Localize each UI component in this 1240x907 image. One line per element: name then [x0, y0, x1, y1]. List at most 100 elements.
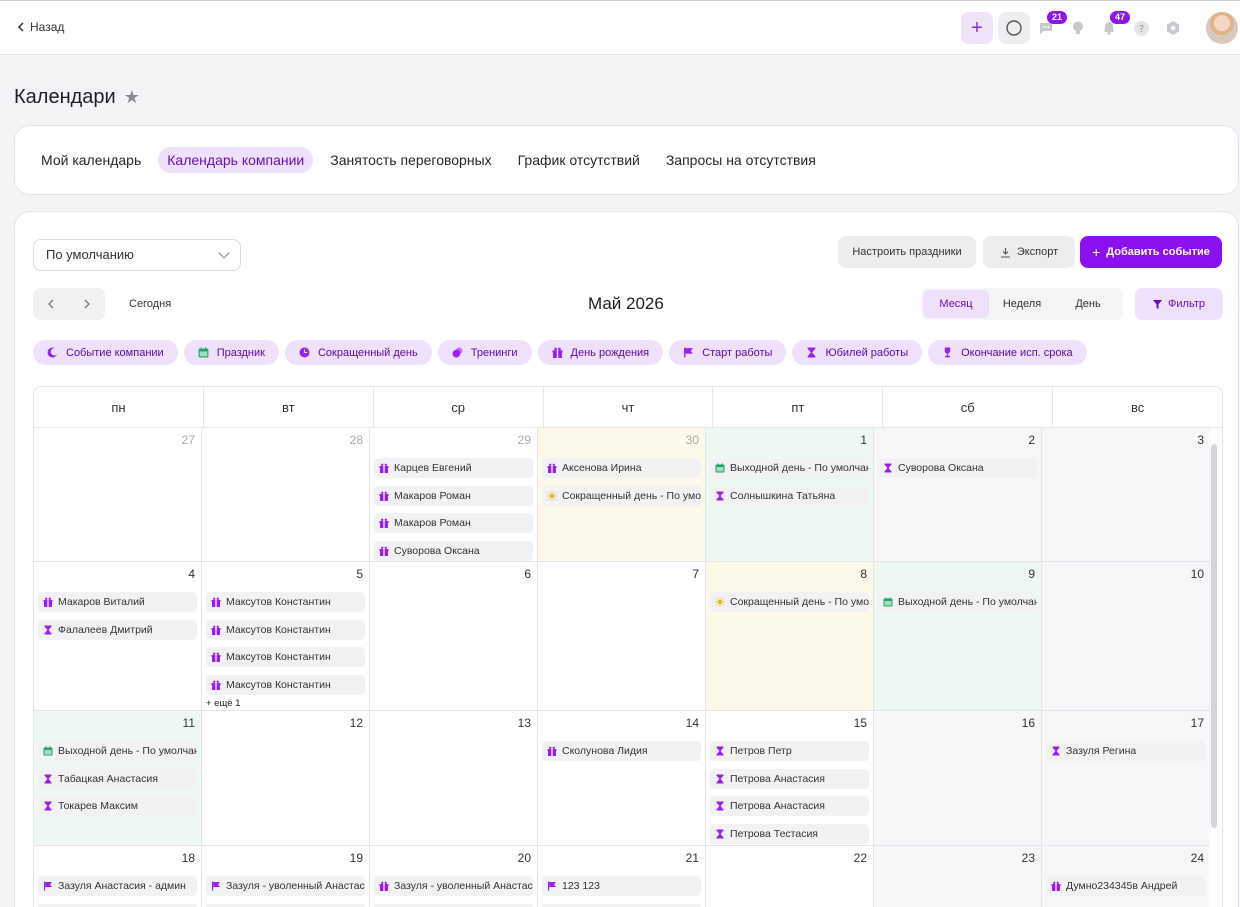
calendar-event[interactable]: Токарев Максим [38, 796, 197, 816]
day-cell[interactable]: 3 [1042, 428, 1210, 561]
day-cell[interactable]: 17 Зазуля Регина [1042, 711, 1210, 845]
create-button[interactable]: + [961, 12, 993, 44]
day-cell[interactable]: 11 Выходной день - По умолчанию Табацкая А… [34, 711, 202, 845]
day-cell[interactable]: 14 Сколунова Лидия [538, 711, 706, 845]
calendar-event[interactable]: Макаров Роман [374, 513, 533, 533]
view-option-0[interactable]: Месяц [923, 290, 989, 318]
tab-1[interactable]: Календарь компании [158, 147, 314, 173]
tab-3[interactable]: График отсутствий [509, 147, 649, 173]
day-cell[interactable]: 29 Карцев Евгений Макаров Роман Макаров Ром… [370, 428, 538, 561]
next-month-button[interactable] [69, 288, 105, 320]
configure-holidays-button[interactable]: Настроить праздники [838, 236, 976, 268]
calendar-event[interactable] [206, 903, 365, 907]
calendar-event[interactable]: Сокращенный день - По умолчанию [710, 592, 869, 612]
day-cell[interactable]: 15 Петров Петр Петрова Анастасия Петрова Ан… [706, 711, 874, 845]
day-cell[interactable]: 16 [874, 711, 1042, 845]
calendar-event[interactable]: Табацкая Анастасия [38, 768, 197, 789]
calendar-event[interactable]: Сколунова Лидия [542, 741, 701, 761]
legend-chip[interactable]: Событие компании [33, 340, 178, 365]
day-cell[interactable]: 12 [202, 711, 370, 845]
back-button[interactable]: Назад [16, 20, 64, 34]
help-button[interactable]: ? [1132, 19, 1150, 37]
legend-chip[interactable]: Сокращенный день [284, 340, 432, 365]
settings-button[interactable] [1164, 19, 1182, 37]
day-cell[interactable]: 8 Сокращенный день - По умолчанию [706, 562, 874, 710]
calendar-select[interactable]: По умолчанию [33, 239, 241, 271]
day-cell[interactable]: 20 Зазуля - уволенный Анастасия [370, 846, 538, 907]
calendar-event[interactable]: Максутов Константин [206, 592, 365, 612]
calendar-event[interactable]: Максутов Константин [206, 647, 365, 667]
day-cell[interactable]: 4 Макаров Виталий Фалалеев Дмитрий [34, 562, 202, 710]
today-button[interactable]: Сегодня [129, 298, 171, 310]
notifications-button[interactable]: 47 [1100, 11, 1131, 37]
legend-chip[interactable]: Тренинги [437, 340, 532, 365]
tab-0[interactable]: Мой календарь [32, 147, 150, 173]
calendar-event[interactable]: Петрова Тестасия [710, 823, 869, 844]
calendar-event[interactable]: Выходной день - По умолчанию [710, 458, 869, 478]
legend-chip[interactable]: Юбилей работы [792, 340, 923, 365]
calendar-event[interactable]: Фалалеев Дмитрий [38, 619, 197, 640]
calendar-event[interactable]: Суворова Оксана [374, 540, 533, 561]
legend-chip[interactable]: День рождения [537, 340, 664, 365]
legend-chip[interactable]: Старт работы [669, 340, 787, 365]
day-cell[interactable]: 7 [538, 562, 706, 710]
day-cell[interactable]: 1 Выходной день - По умолчанию Солнышкина … [706, 428, 874, 561]
calendar-event[interactable]: Петрова Анастасия [710, 768, 869, 789]
calendar-event[interactable]: Выходной день - По умолчанию [878, 592, 1037, 612]
calendar-event[interactable]: Зазуля Анастасия - админ [38, 876, 197, 896]
tab-4[interactable]: Запросы на отсутствия [657, 147, 825, 173]
calendar-event[interactable]: Аксенова Ирина [542, 458, 701, 478]
day-cell[interactable]: 2 Суворова Оксана [874, 428, 1042, 561]
calendar-event[interactable]: Выходной день - По умолчанию [38, 741, 197, 761]
day-cell[interactable]: 5 Максутов Константин Максутов Константин М… [202, 562, 370, 710]
day-cell[interactable]: 22 [706, 846, 874, 907]
calendar-event[interactable]: Зазуля Регина [1046, 741, 1206, 761]
day-cell[interactable]: 30 Аксенова Ирина Сокращенный день - По ум… [538, 428, 706, 561]
avatar[interactable] [1206, 12, 1238, 44]
calendar-event[interactable]: Думно234345в Андрей [1046, 876, 1206, 896]
calendar-event[interactable]: Петров Петр [710, 741, 869, 761]
day-cell[interactable]: 6 [370, 562, 538, 710]
day-cell[interactable]: 18 Зазуля Анастасия - админ [34, 846, 202, 907]
calendar-event[interactable]: Петрова Анастасия [710, 796, 869, 816]
search-button[interactable] [998, 12, 1030, 44]
day-cell[interactable]: 10 [1042, 562, 1210, 710]
day-cell[interactable]: 19 Зазуля - уволенный Анастасия [202, 846, 370, 907]
tab-2[interactable]: Занятость переговорных [321, 147, 500, 173]
view-option-1[interactable]: Неделя [989, 290, 1055, 318]
calendar-event[interactable]: Солнышкина Татьяна [710, 485, 869, 506]
add-event-button[interactable]: + Добавить событие [1080, 236, 1222, 268]
calendar-event[interactable]: Макаров Виталий [38, 592, 197, 612]
more-events-link[interactable]: + ещё 1 [206, 698, 365, 709]
prev-month-button[interactable] [33, 288, 69, 320]
calendar-event[interactable]: Зазуля - уволенный Анастасия [206, 876, 365, 896]
calendar-event[interactable]: Зазуля - уволенный Анастасия [374, 876, 533, 896]
scrollbar-thumb[interactable] [1211, 444, 1217, 828]
legend-chip[interactable]: Праздник [183, 340, 279, 365]
day-cell[interactable]: 27 [34, 428, 202, 561]
calendar-event[interactable]: Сокращенный день - По умолчанию [542, 485, 701, 506]
calendar-event[interactable]: 123 123 [542, 876, 701, 896]
grid-scrollbar[interactable] [1210, 430, 1218, 830]
calendar-event[interactable]: Максутов Константин [206, 674, 365, 695]
calendar-event[interactable]: Макаров Роман [374, 485, 533, 506]
export-button[interactable]: Экспорт [983, 236, 1075, 268]
calendar-event[interactable] [542, 903, 701, 907]
day-cell[interactable]: 23 [874, 846, 1042, 907]
day-cell[interactable]: 24 Думно234345в Андрей [1042, 846, 1210, 907]
legend-chip[interactable]: Окончание исп. срока [928, 340, 1087, 365]
day-cell[interactable]: 13 [370, 711, 538, 845]
chat-button[interactable]: 21 [1037, 11, 1068, 37]
day-cell[interactable]: 9 Выходной день - По умолчанию [874, 562, 1042, 710]
filter-button[interactable]: Фильтр [1135, 288, 1223, 320]
view-option-2[interactable]: День [1055, 290, 1121, 318]
calendar-event[interactable]: Карцев Евгений [374, 458, 533, 478]
day-cell[interactable]: 21 123 123 [538, 846, 706, 907]
calendar-event[interactable]: Максутов Константин [206, 619, 365, 640]
calendar-event[interactable] [374, 903, 533, 907]
star-icon[interactable]: ★ [124, 87, 140, 108]
ideas-button[interactable] [1069, 19, 1087, 37]
calendar-event[interactable]: Суворова Оксана [878, 458, 1037, 478]
day-cell[interactable]: 28 [202, 428, 370, 561]
calendar-event[interactable] [38, 903, 197, 907]
